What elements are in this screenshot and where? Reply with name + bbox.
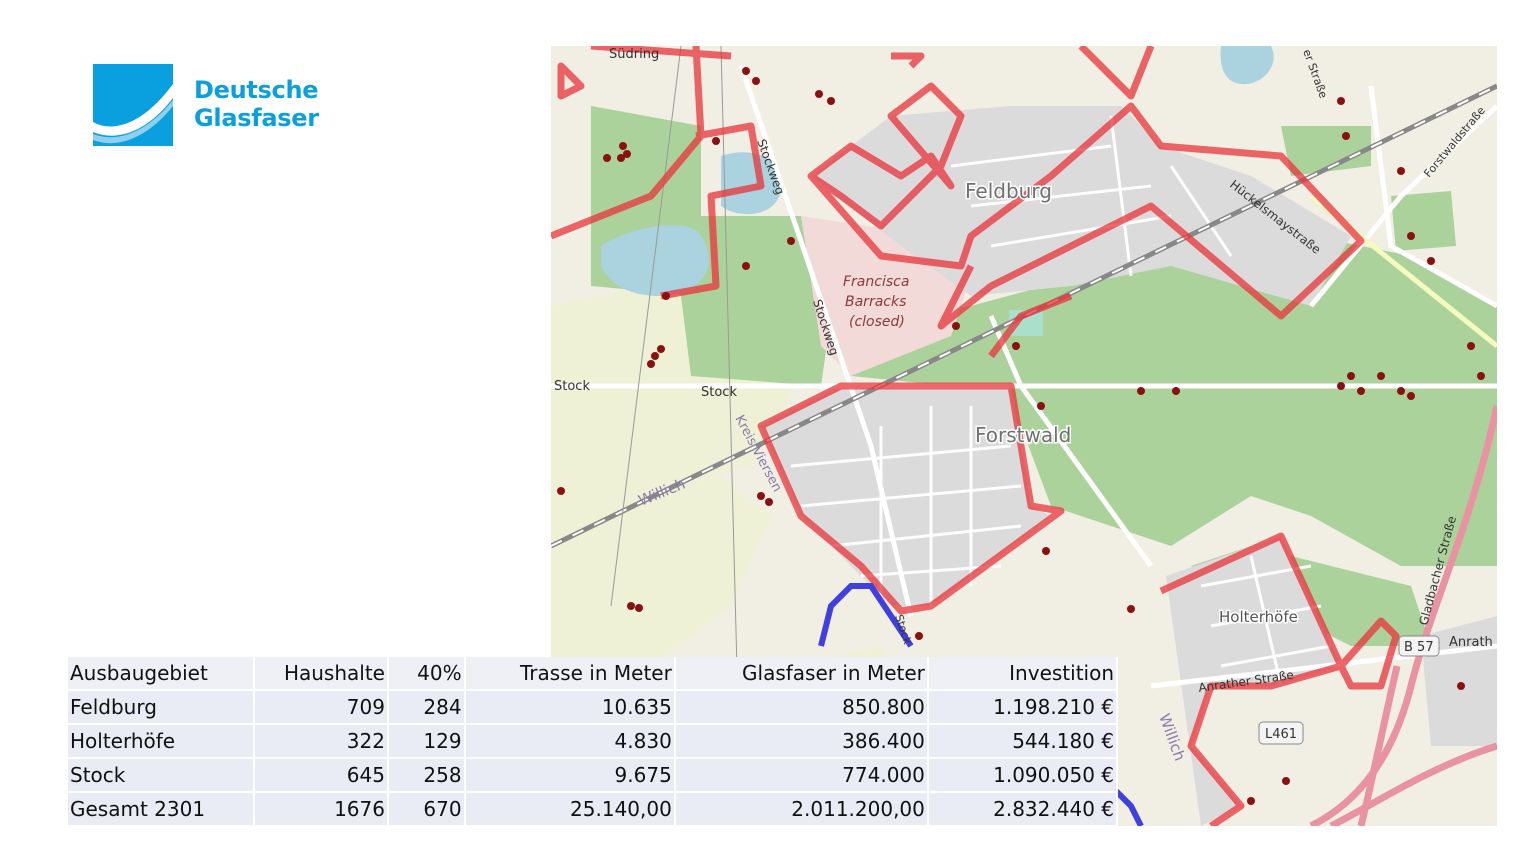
label-anrath: Anrath (1449, 635, 1493, 650)
label-barracks-2: Barracks (845, 294, 906, 310)
header-glasfaser: Glasfaser in Meter (675, 657, 929, 691)
logo-line-2: Glasfaser (194, 104, 319, 132)
header-trasse: Trasse in Meter (465, 657, 676, 691)
cell-glasfaser: 774.000 (675, 759, 929, 793)
label-stock-1: Stock (554, 379, 590, 394)
cell-households: 645 (255, 759, 389, 793)
cell-households: 322 (255, 725, 389, 759)
cell-trasse: 9.675 (465, 759, 676, 793)
cell-trasse: 25.140,00 (465, 793, 676, 827)
header-40-percent: 40% (388, 657, 466, 691)
cell-area: Holterhöfe (68, 725, 256, 759)
table-header-row: Ausbaugebiet Haushalte 40% Trasse in Met… (68, 657, 1118, 691)
cell-investition: 544.180 € (928, 725, 1118, 759)
label-barracks-3: (closed) (849, 314, 905, 330)
label-barracks-1: Francisca (843, 274, 909, 290)
table-total-row: Gesamt 2301 1676 670 25.140,00 2.011.200… (68, 793, 1118, 827)
table-row: Stock 645 258 9.675 774.000 1.090.050 € (68, 759, 1118, 793)
cell-40-percent: 258 (388, 759, 466, 793)
cell-40-percent: 129 (388, 725, 466, 759)
cell-40-percent: 670 (388, 793, 466, 827)
label-stock-2: Stock (701, 385, 737, 400)
cell-glasfaser: 386.400 (675, 725, 929, 759)
header-haushalte: Haushalte (255, 657, 389, 691)
cell-trasse: 4.830 (465, 725, 676, 759)
cell-area: Feldburg (68, 691, 256, 725)
logo-line-1: Deutsche (194, 76, 319, 104)
table-row: Feldburg 709 284 10.635 850.800 1.198.21… (68, 691, 1118, 725)
table-row: Holterhöfe 322 129 4.830 386.400 544.180… (68, 725, 1118, 759)
cell-households: 709 (255, 691, 389, 725)
cell-investition: 1.090.050 € (928, 759, 1118, 793)
deutsche-glasfaser-logo: Deutsche Glasfaser (93, 64, 333, 148)
cell-investition: 1.198.210 € (928, 691, 1118, 725)
logo-mark-icon (93, 64, 173, 146)
cell-investition: 2.832.440 € (928, 793, 1118, 827)
cell-40-percent: 284 (388, 691, 466, 725)
cell-area: Stock (68, 759, 256, 793)
label-b57: B 57 (1404, 640, 1434, 655)
cell-glasfaser: 2.011.200,00 (675, 793, 929, 827)
label-feldburg: Feldburg (965, 179, 1052, 203)
label-forstwald: Forstwald (975, 423, 1071, 447)
expansion-table: Ausbaugebiet Haushalte 40% Trasse in Met… (68, 657, 1118, 827)
cell-glasfaser: 850.800 (675, 691, 929, 725)
header-investition: Investition (928, 657, 1118, 691)
label-l461: L461 (1265, 727, 1297, 742)
cell-trasse: 10.635 (465, 691, 676, 725)
label-suedring: Südring (609, 47, 659, 62)
label-holterhoefe: Holterhöfe (1219, 608, 1298, 626)
cell-area: Gesamt 2301 (68, 793, 256, 827)
cell-households: 1676 (255, 793, 389, 827)
investment-table: Ausbaugebiet Haushalte 40% Trasse in Met… (68, 657, 1118, 827)
header-ausbaugebiet: Ausbaugebiet (68, 657, 256, 691)
logo-wordmark: Deutsche Glasfaser (194, 76, 319, 132)
